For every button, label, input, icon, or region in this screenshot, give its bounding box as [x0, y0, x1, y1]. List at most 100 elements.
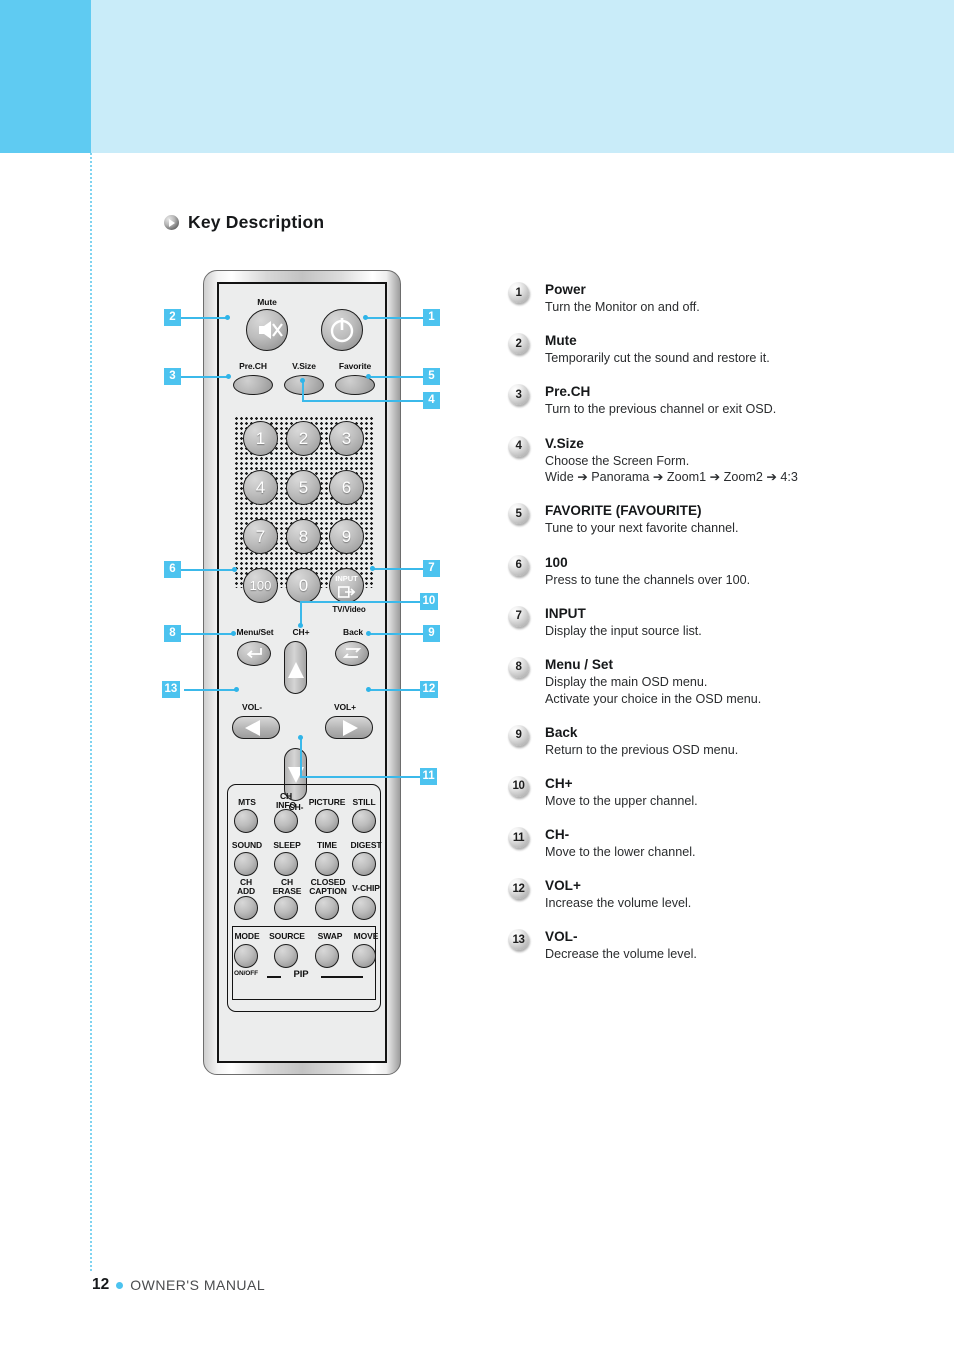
callout-2-leader: [181, 317, 227, 319]
description-title: Mute: [545, 333, 577, 349]
ch-info-button[interactable]: [274, 809, 298, 833]
callout-9[interactable]: 9: [423, 625, 440, 642]
ch-add-button[interactable]: [234, 896, 258, 920]
pip-source-button[interactable]: [274, 944, 298, 968]
menu-set-button[interactable]: [237, 641, 271, 666]
description-badge: 7: [508, 605, 529, 627]
description-badge: 10: [508, 775, 529, 797]
description-item: 5 FAVORITE (FAVOURITE) Tune to your next f…: [508, 502, 908, 537]
callout-5-dot: [366, 374, 371, 379]
callout-5[interactable]: 5: [423, 368, 440, 385]
description-badge: 11: [508, 827, 529, 849]
description-title: Menu / Set: [545, 656, 613, 672]
callout-13[interactable]: 13: [162, 681, 180, 698]
callout-9-dot: [366, 631, 371, 636]
description-line: Temporarily cut the sound and restore it…: [545, 351, 770, 366]
pip-rule-right: [321, 976, 363, 978]
description-title: FAVORITE (FAVOURITE): [545, 503, 702, 519]
description-line: Choose the Screen Form.: [545, 453, 690, 468]
number-key-2[interactable]: 2: [286, 421, 321, 456]
callout-2[interactable]: 2: [164, 309, 181, 326]
number-key-9[interactable]: 9: [329, 519, 364, 554]
description-badge: 13: [508, 929, 529, 951]
callout-3-dot: [226, 374, 231, 379]
time-button[interactable]: [315, 852, 339, 876]
pip-source-label: SOURCE: [269, 931, 305, 941]
pip-mode-button[interactable]: [234, 944, 258, 968]
page-footer: 12 OWNER'S MANUAL: [92, 1276, 265, 1294]
description-title: CH+: [545, 775, 573, 791]
ch-erase-button[interactable]: [274, 896, 298, 920]
description-item: 11 CH- Move to the lower channel.: [508, 826, 908, 861]
description-item: 1 Power Turn the Monitor on and off.: [508, 281, 908, 316]
description-title: 100: [545, 554, 568, 570]
description-badge: 1: [508, 282, 529, 303]
digest-button[interactable]: [352, 852, 376, 876]
callout-7-leader: [372, 568, 423, 570]
description-badge: 6: [508, 554, 529, 576]
description-item: 7 INPUT Display the input source list.: [508, 605, 908, 640]
callout-7[interactable]: 7: [423, 560, 440, 577]
input-arrow-icon: [338, 586, 356, 598]
callout-10-dot: [298, 623, 303, 628]
power-button[interactable]: [321, 309, 363, 351]
description-item: 4 V.Size Choose the Screen Form. Wide ➔ Pan…: [508, 435, 908, 486]
callout-6[interactable]: 6: [164, 561, 181, 578]
callout-6-leader: [181, 569, 234, 571]
description-line: Wide ➔ Panorama ➔ Zoom1 ➔ Zoom2 ➔ 4:3: [545, 470, 798, 485]
callout-4[interactable]: 4: [423, 392, 440, 409]
mts-button[interactable]: [234, 809, 258, 833]
picture-button[interactable]: [315, 809, 339, 833]
sleep-button[interactable]: [274, 852, 298, 876]
ch-up-button[interactable]: [284, 641, 307, 694]
closed-caption-button[interactable]: [315, 896, 339, 920]
pip-move-button[interactable]: [352, 944, 376, 968]
callout-1[interactable]: 1: [423, 309, 440, 326]
sound-button[interactable]: [234, 852, 258, 876]
description-title: CH-: [545, 827, 570, 843]
input-button-text: INPUT: [335, 574, 358, 583]
number-key-7[interactable]: 7: [243, 519, 278, 554]
number-key-6[interactable]: 6: [329, 470, 364, 505]
description-line: Move to the lower channel.: [545, 845, 696, 860]
callout-11-leader-h: [300, 776, 420, 778]
chevron-right-icon: [343, 720, 358, 736]
number-key-4[interactable]: 4: [243, 470, 278, 505]
hundred-button[interactable]: 100: [243, 568, 278, 603]
page-title: Key Description: [164, 212, 324, 233]
description-item: 13 VOL- Decrease the volume level.: [508, 928, 908, 963]
page-title-text: Key Description: [188, 212, 325, 232]
description-item: 6 100 Press to tune the channels over 100.: [508, 554, 908, 589]
callout-10-leader-v: [300, 601, 302, 625]
still-button[interactable]: [352, 809, 376, 833]
callout-12[interactable]: 12: [420, 681, 438, 698]
callout-10[interactable]: 10: [420, 593, 438, 610]
callout-8[interactable]: 8: [164, 625, 181, 642]
chevron-left-icon: [245, 720, 260, 736]
number-key-8[interactable]: 8: [286, 519, 321, 554]
vol-down-button[interactable]: [232, 716, 280, 739]
ch-add-label: CH ADD: [236, 877, 256, 896]
description-badge: 4: [508, 435, 529, 457]
chevron-down-icon: [288, 767, 304, 783]
pip-move-label: MOVE: [353, 931, 379, 941]
callout-11[interactable]: 11: [420, 768, 438, 785]
vsize-label: V.Size: [292, 361, 316, 371]
number-key-5[interactable]: 5: [286, 470, 321, 505]
number-key-1[interactable]: 1: [243, 421, 278, 456]
prech-button[interactable]: [233, 375, 273, 395]
pip-swap-button[interactable]: [315, 944, 339, 968]
callout-3-leader: [181, 376, 228, 378]
input-button[interactable]: INPUT: [329, 568, 364, 603]
description-title: Pre.CH: [545, 384, 591, 400]
callout-8-dot: [231, 631, 236, 636]
callout-3[interactable]: 3: [164, 368, 181, 385]
description-line: Move to the upper channel.: [545, 793, 698, 808]
v-chip-button[interactable]: [352, 896, 376, 920]
number-key-0[interactable]: 0: [286, 568, 321, 603]
vol-up-button[interactable]: [325, 716, 373, 739]
back-button[interactable]: [335, 641, 369, 666]
callout-13-dot: [234, 687, 239, 692]
mute-button[interactable]: [246, 309, 288, 351]
number-key-3[interactable]: 3: [329, 421, 364, 456]
